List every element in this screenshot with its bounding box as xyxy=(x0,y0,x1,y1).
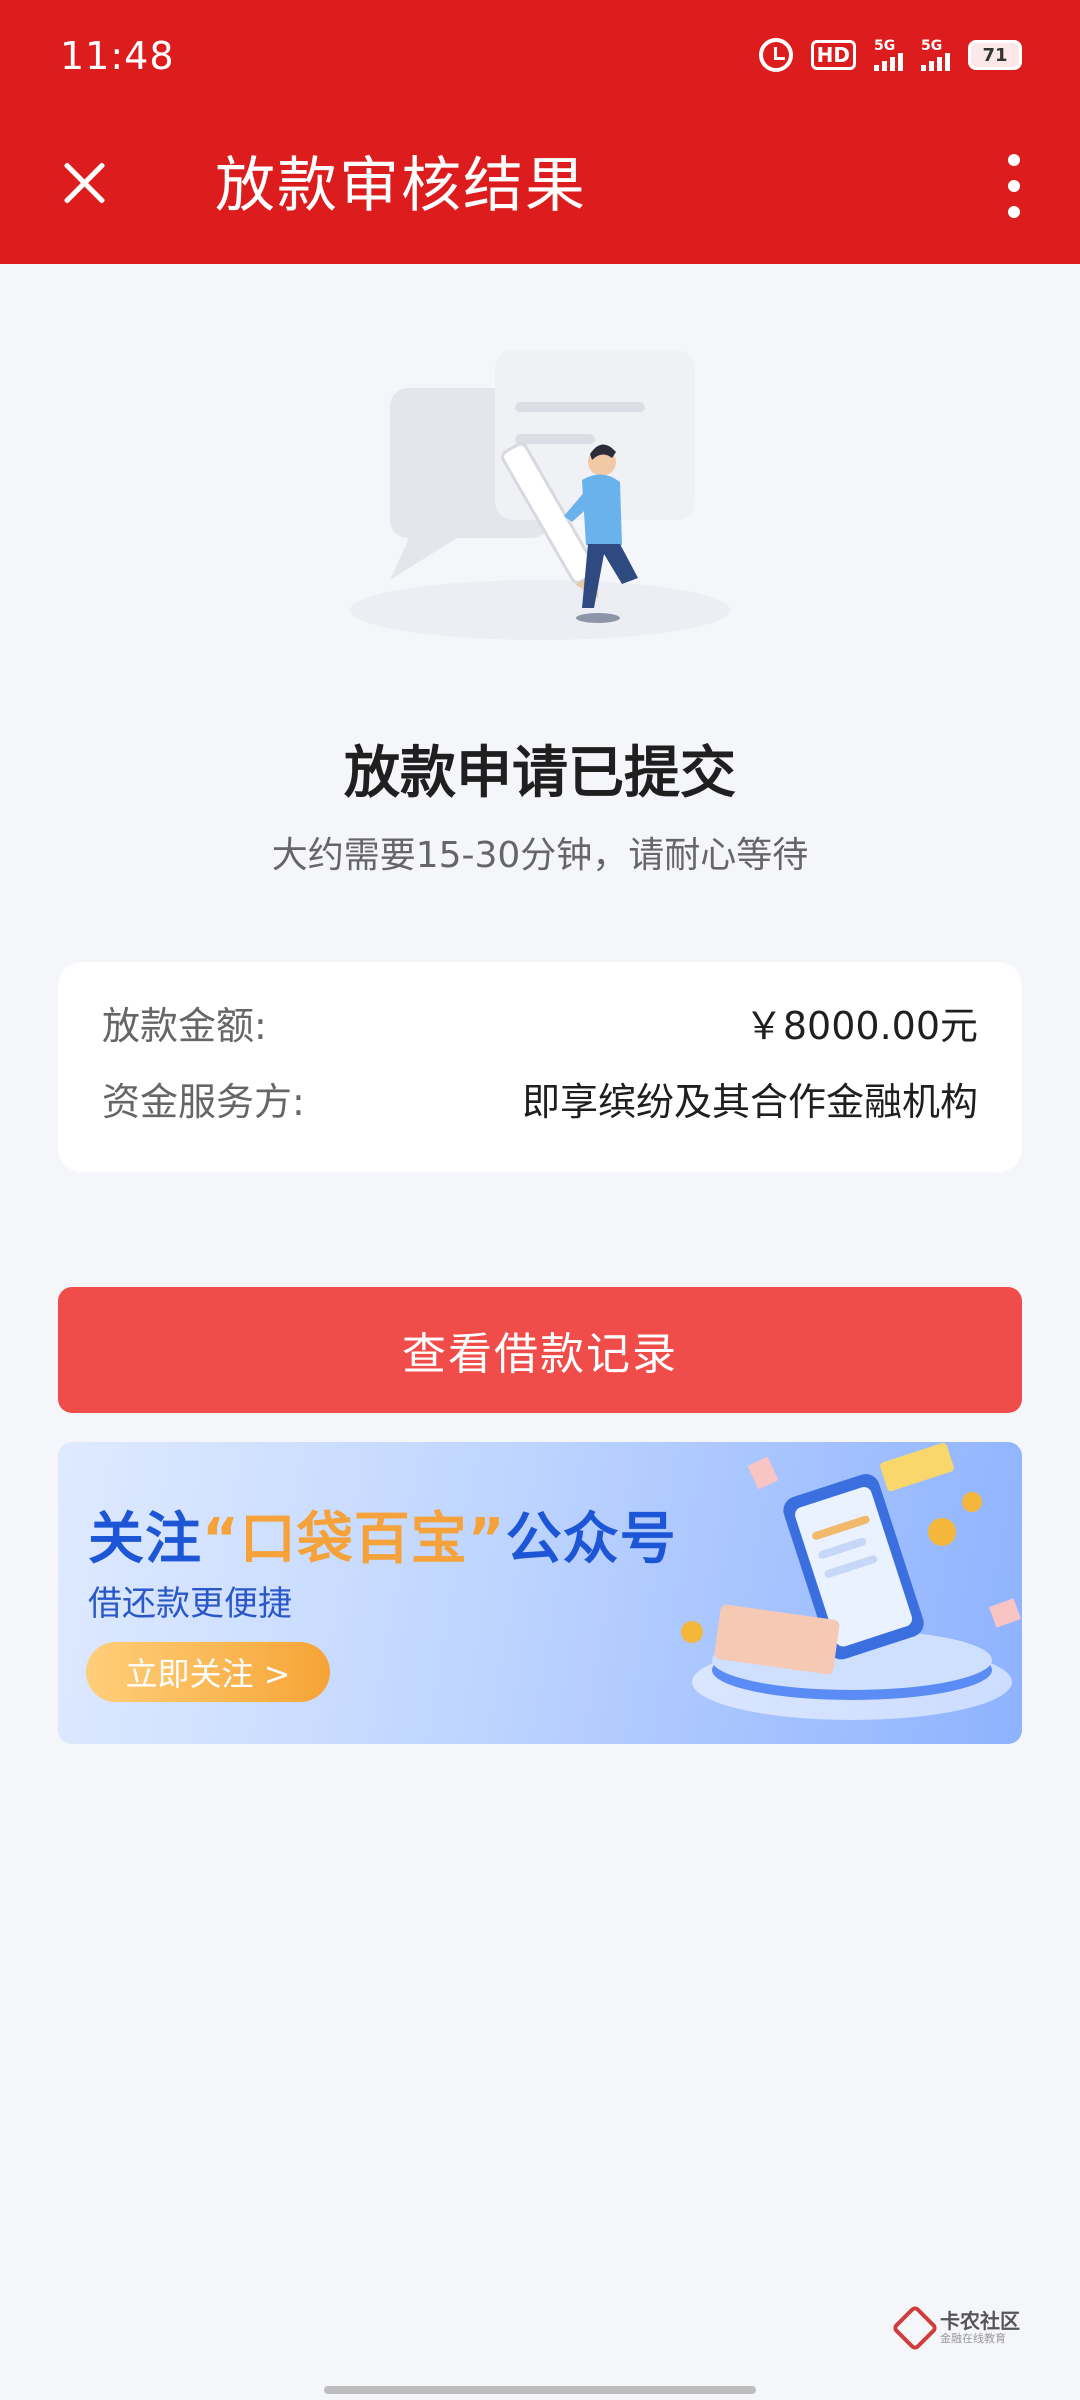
watermark-text: 卡农社区 金融在线教育 xyxy=(940,2310,1020,2346)
page-title: 放款审核结果 xyxy=(215,151,587,221)
signal-icon: 5G xyxy=(874,39,903,71)
hd-label: HD xyxy=(810,40,856,70)
banner-title-prefix: 关注 xyxy=(88,1507,202,1572)
screen: 11:48 HD 5G 5G 71 放款审核结果 放款申请已提交 大约需要15-… xyxy=(0,0,1080,2400)
banner-title: 关注“口袋百宝”公众号 xyxy=(88,1494,677,1575)
home-indicator[interactable] xyxy=(324,2386,756,2394)
result-subtitle: 大约需要15-30分钟，请耐心等待 xyxy=(271,835,809,876)
app-bar: 放款审核结果 xyxy=(0,120,1080,264)
view-loan-records-button[interactable]: 查看借款记录 xyxy=(58,1287,1022,1413)
status-icons: HD 5G 5G 71 xyxy=(758,38,1022,72)
phone-coins-illustration xyxy=(681,1442,1021,1720)
info-label: 放款金额: xyxy=(102,1003,267,1048)
info-label: 资金服务方: xyxy=(102,1079,305,1124)
battery-level: 71 xyxy=(982,44,1008,66)
info-value: ￥8000.00元 xyxy=(744,1003,978,1048)
info-value: 即享缤纷及其合作金融机构 xyxy=(521,1079,978,1124)
banner-subtitle: 借还款更便捷 xyxy=(88,1584,292,1624)
more-vertical-icon[interactable] xyxy=(994,154,1034,218)
status-bar: 11:48 HD 5G 5G 71 xyxy=(0,0,1080,120)
network-type-label: 5G xyxy=(874,38,896,54)
kanong-logo-icon xyxy=(890,2303,940,2353)
banner-title-highlight: “口袋百宝” xyxy=(202,1507,506,1572)
follow-now-button[interactable]: 立即关注 > xyxy=(86,1642,330,1702)
result-title: 放款申请已提交 xyxy=(344,741,736,806)
submitted-illustration xyxy=(350,350,730,640)
info-row-amount: 放款金额: ￥8000.00元 xyxy=(102,992,978,1052)
close-icon[interactable] xyxy=(56,154,112,210)
watermark-tagline: 金融在线教育 xyxy=(940,2332,1006,2345)
header: 11:48 HD 5G 5G 71 放款审核结果 xyxy=(0,0,1080,264)
follow-account-banner[interactable]: 关注“口袋百宝”公众号 借还款更便捷 立即关注 > xyxy=(58,1442,1022,1744)
info-row-provider: 资金服务方: 即享缤纷及其合作金融机构 xyxy=(102,1068,978,1128)
signal-icon: 5G xyxy=(921,39,950,71)
network-type-label: 5G xyxy=(921,38,943,54)
battery-icon: 71 xyxy=(968,40,1022,70)
loan-info-card: 放款金额: ￥8000.00元 资金服务方: 即享缤纷及其合作金融机构 xyxy=(58,962,1022,1172)
alarm-icon xyxy=(758,38,793,72)
watermark-name: 卡农社区 xyxy=(940,2309,1020,2333)
watermark: 卡农社区 金融在线教育 xyxy=(890,2303,1020,2353)
status-time: 11:48 xyxy=(60,34,175,78)
